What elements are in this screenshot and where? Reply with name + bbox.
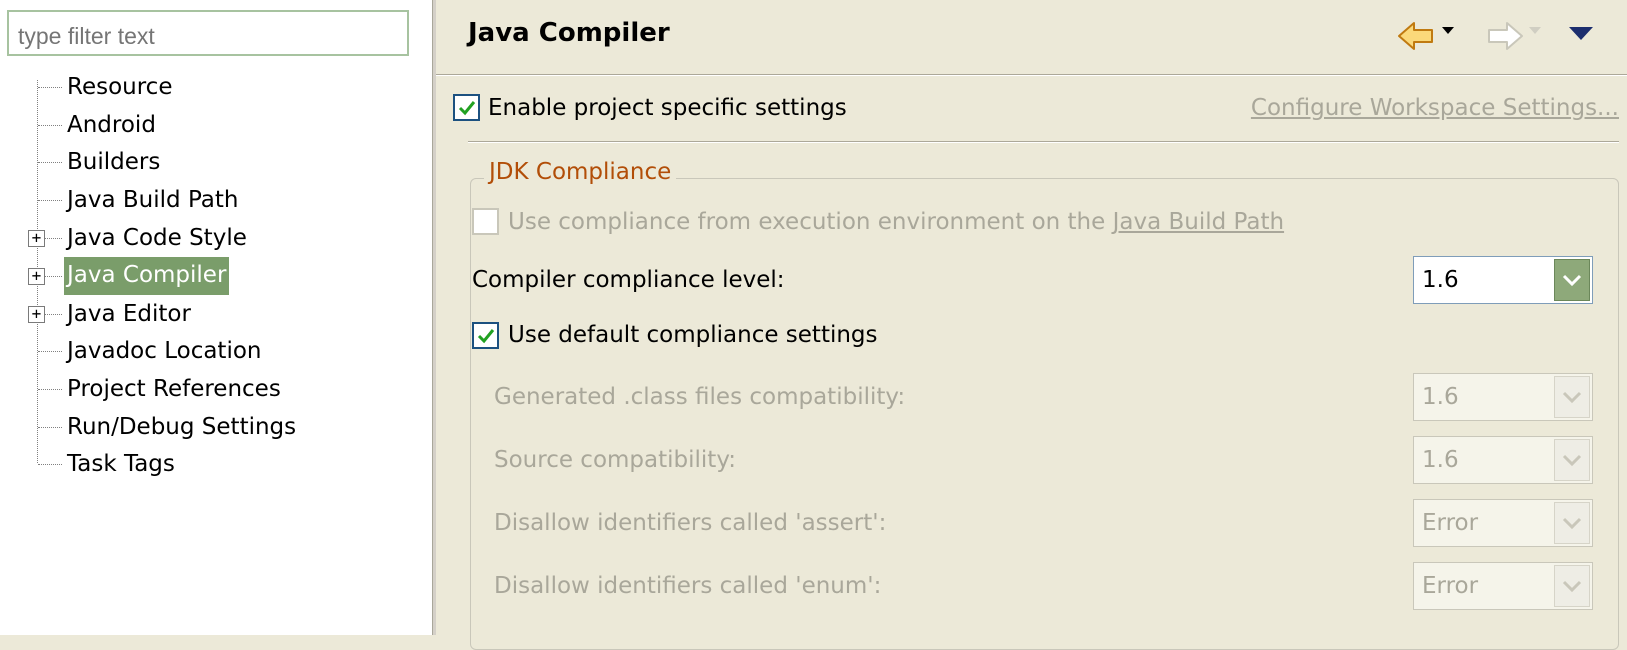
tree-item-label: Java Code Style: [67, 225, 247, 251]
disallow-enum-label: Disallow identifiers called 'enum':: [494, 573, 882, 599]
tree-item-label-selected: Java Compiler: [64, 257, 230, 295]
tree-item-android[interactable]: Android: [0, 110, 430, 140]
expand-plus-icon[interactable]: +: [28, 306, 45, 323]
checkmark-icon: [477, 329, 495, 344]
tree-item-label: Android: [67, 112, 156, 138]
tree-branch-line: [38, 87, 62, 88]
use-env-compliance-checkbox[interactable]: [472, 208, 499, 235]
tree-item-java-code-style[interactable]: + Java Code Style: [0, 223, 430, 253]
forward-history-dropdown-icon[interactable]: [1528, 26, 1542, 36]
generated-class-compat-value: 1.6: [1422, 384, 1459, 410]
source-compat-select[interactable]: 1.6: [1413, 436, 1593, 484]
generated-class-compat-dropdown-button[interactable]: [1554, 376, 1590, 418]
expand-plus-icon[interactable]: +: [28, 268, 45, 285]
enable-project-settings-label[interactable]: Enable project specific settings: [488, 95, 847, 121]
page-title: Java Compiler: [468, 18, 670, 48]
back-arrow-icon[interactable]: [1397, 18, 1437, 54]
tree-item-label: Project References: [67, 376, 281, 402]
checkmark-icon: [458, 101, 476, 116]
tree-item-java-editor[interactable]: + Java Editor: [0, 299, 430, 329]
use-env-compliance-text: Use compliance from execution environmen…: [508, 209, 1113, 235]
disallow-assert-label: Disallow identifiers called 'assert':: [494, 510, 887, 536]
tree-item-label: Builders: [67, 149, 161, 175]
tree-branch-line: [38, 200, 62, 201]
use-env-compliance-label: Use compliance from execution environmen…: [508, 209, 1284, 235]
settings-separator: [468, 141, 1619, 143]
tree-item-builders[interactable]: Builders: [0, 147, 430, 177]
tree-item-javadoc-location[interactable]: Javadoc Location: [0, 336, 430, 366]
tree-item-label: Javadoc Location: [67, 338, 262, 364]
disallow-assert-dropdown-button[interactable]: [1554, 502, 1590, 544]
tree-item-label: Run/Debug Settings: [67, 414, 297, 440]
compliance-level-select[interactable]: 1.6: [1413, 256, 1593, 304]
tree-item-run-debug-settings[interactable]: Run/Debug Settings: [0, 412, 430, 442]
tree-branch-line: [38, 389, 62, 390]
configure-workspace-settings-link[interactable]: Configure Workspace Settings...: [1251, 95, 1619, 121]
tree-branch-line: [44, 238, 62, 239]
forward-arrow-icon[interactable]: [1484, 18, 1524, 54]
tree-branch-line: [38, 125, 62, 126]
use-default-compliance-label[interactable]: Use default compliance settings: [508, 322, 878, 348]
chevron-down-icon: [1562, 517, 1582, 530]
preference-tree-pane: Resource Android Builders Java Build Pat…: [0, 0, 432, 635]
tree-branch-line: [38, 351, 62, 352]
tree-item-task-tags[interactable]: Task Tags: [0, 449, 430, 479]
properties-page: Java Compiler Enable project specific se…: [436, 0, 1627, 650]
chevron-down-icon: [1562, 580, 1582, 593]
chevron-down-icon: [1562, 391, 1582, 404]
disallow-assert-value: Error: [1422, 510, 1479, 536]
compliance-level-value: 1.6: [1422, 267, 1459, 293]
tree-branch-line: [44, 276, 62, 277]
title-separator: [436, 74, 1627, 76]
tree-branch-line: [44, 314, 62, 315]
source-compat-value: 1.6: [1422, 447, 1459, 473]
generated-class-compat-label: Generated .class files compatibility:: [494, 384, 906, 410]
tree-item-label: Resource: [67, 74, 173, 100]
generated-class-compat-select[interactable]: 1.6: [1413, 373, 1593, 421]
tree-item-label: Task Tags: [67, 451, 175, 477]
filter-input[interactable]: [7, 10, 409, 56]
tree-branch-line: [38, 427, 62, 428]
source-compat-label: Source compatibility:: [494, 447, 737, 473]
disallow-assert-select[interactable]: Error: [1413, 499, 1593, 547]
back-history-dropdown-icon[interactable]: [1441, 26, 1455, 36]
tree-item-label: Java Build Path: [67, 187, 239, 213]
tree-branch-line: [38, 162, 62, 163]
compliance-level-dropdown-button[interactable]: [1554, 259, 1590, 301]
tree-item-java-build-path[interactable]: Java Build Path: [0, 185, 430, 215]
view-menu-icon[interactable]: [1567, 24, 1595, 42]
tree-item-resource[interactable]: Resource: [0, 72, 430, 102]
source-compat-dropdown-button[interactable]: [1554, 439, 1590, 481]
jdk-compliance-group-title: JDK Compliance: [484, 159, 677, 185]
disallow-enum-value: Error: [1422, 573, 1479, 599]
tree-item-label: Java Editor: [67, 301, 191, 327]
chevron-down-icon: [1562, 454, 1582, 467]
disallow-enum-select[interactable]: Error: [1413, 562, 1593, 610]
java-build-path-link[interactable]: Java Build Path: [1113, 209, 1284, 235]
tree-branch-line: [38, 464, 62, 465]
expand-plus-icon[interactable]: +: [28, 230, 45, 247]
disallow-enum-dropdown-button[interactable]: [1554, 565, 1590, 607]
use-default-compliance-checkbox[interactable]: [472, 322, 499, 349]
tree-item-project-references[interactable]: Project References: [0, 374, 430, 404]
compliance-level-label: Compiler compliance level:: [472, 267, 785, 293]
chevron-down-icon: [1562, 274, 1582, 287]
tree-item-java-compiler[interactable]: + Java Compiler: [0, 257, 430, 295]
enable-project-settings-checkbox[interactable]: [453, 94, 480, 121]
